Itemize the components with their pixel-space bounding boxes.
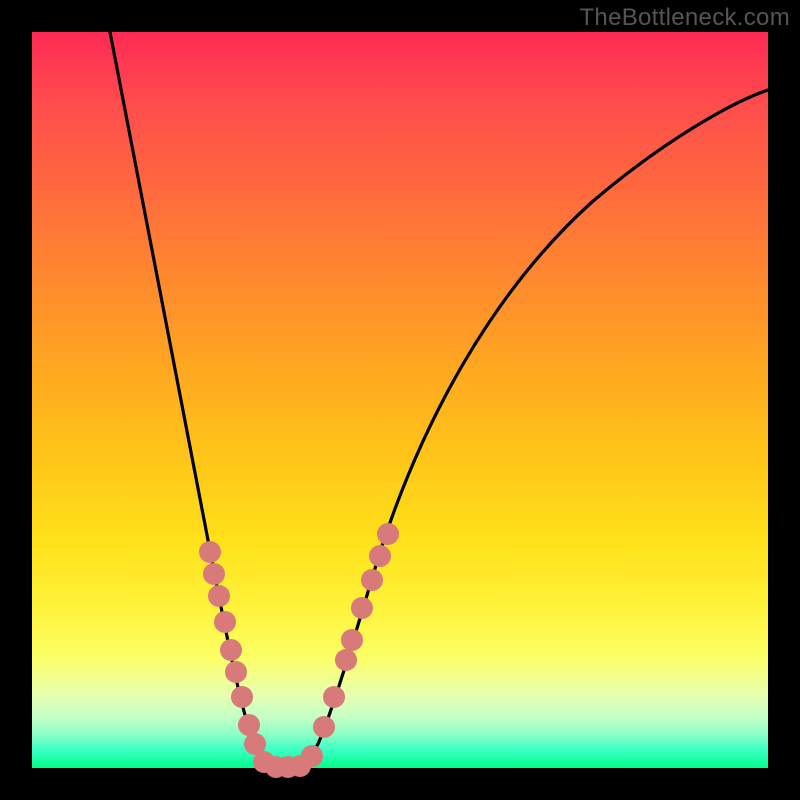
data-dot: [208, 585, 230, 607]
plot-area: [32, 32, 768, 768]
data-dot: [214, 611, 236, 633]
data-dot: [220, 639, 242, 661]
bottleneck-curve: [110, 32, 768, 768]
data-dot: [203, 563, 225, 585]
curve-svg: [32, 32, 768, 768]
data-dot: [361, 569, 383, 591]
data-dot: [341, 629, 363, 651]
data-dot: [323, 686, 345, 708]
data-dot: [377, 523, 399, 545]
data-dot: [351, 597, 373, 619]
data-dot: [199, 541, 221, 563]
chart-frame: TheBottleneck.com: [0, 0, 800, 800]
data-dot: [335, 649, 357, 671]
data-dots: [199, 523, 399, 778]
data-dot: [369, 545, 391, 567]
data-dot: [313, 716, 335, 738]
data-dot: [301, 745, 323, 767]
data-dot: [238, 714, 260, 736]
watermark-text: TheBottleneck.com: [579, 4, 790, 32]
data-dot: [231, 686, 253, 708]
data-dot: [225, 661, 247, 683]
